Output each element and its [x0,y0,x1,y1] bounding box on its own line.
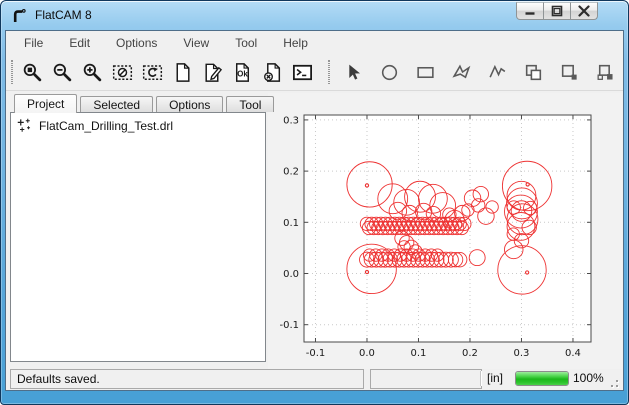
plot-canvas[interactable]: -0.1 0.0 0.1 0.2 0.3 0.4 -0.1 0.0 0.1 0.2 0.3 [268,93,622,369]
statusbar: Defaults saved. [in] 100% [6,368,623,389]
circle-tool-icon [379,62,400,83]
select-tool-icon [343,62,364,83]
y-tick-label: 0.1 [283,218,299,229]
path-tool-icon [487,62,508,83]
replot-button[interactable] [138,58,166,86]
svg-text:Ok: Ok [237,69,248,78]
open-project-icon [202,62,223,83]
zoom-out-button[interactable] [48,58,76,86]
x-tick-label: 0.2 [462,348,478,359]
zoom-in-button[interactable] [78,58,106,86]
zoom-out-icon [52,62,73,83]
progress-percent-label: 100% [573,371,604,385]
menu-item-edit[interactable]: Edit [56,33,103,53]
y-tick-label: 0.3 [283,115,299,126]
progress-bar [515,371,569,386]
toolbar: Ok [6,54,623,91]
status-message-panel: Defaults saved. [10,369,364,389]
tab-bar: ProjectSelectedOptionsTool [14,93,277,112]
new-project-icon [172,62,193,83]
delete-object-button[interactable] [258,58,286,86]
units-label: [in] [487,371,503,385]
maximize-icon [550,5,564,17]
toolbar-group-editor [339,58,627,86]
tab-project[interactable]: Project [14,94,77,113]
shell-icon [292,62,313,83]
x-tick-label: 0.4 [565,348,581,359]
x-tick-label: 0.3 [514,348,530,359]
rectangle-tool-icon [415,62,436,83]
x-tick-label: 0.0 [359,348,375,359]
close-icon [577,5,591,17]
toolbar-group-plot: Ok [18,58,318,86]
maximize-button[interactable] [543,2,571,20]
status-message: Defaults saved. [17,372,100,386]
tab-selected[interactable]: Selected [80,96,153,112]
circle-tool-button[interactable] [375,58,403,86]
open-project-button[interactable] [198,58,226,86]
polygon-tool-icon [451,62,472,83]
path-tool-button[interactable] [483,58,511,86]
copy-objects-icon [523,62,544,83]
y-tick-label: 0.0 [283,269,299,280]
y-tick-label: -0.1 [279,320,299,331]
x-tick-label: 0.1 [411,348,427,359]
app-icon [12,8,28,24]
window-title: FlatCAM 8 [35,8,92,22]
clear-plot-icon [112,62,133,83]
tab-options[interactable]: Options [156,96,223,112]
progress-bar-fill [516,372,568,385]
copy-objects-button[interactable] [519,58,547,86]
select-tool-button[interactable] [339,58,367,86]
move-objects-icon [559,62,580,83]
rectangle-tool-button[interactable] [411,58,439,86]
window-frame: FlatCAM 8 FileEditOptionsViewToolHelp Ok [0,0,629,405]
array-objects-icon [595,62,616,83]
menu-item-view[interactable]: View [170,33,222,53]
save-project-button[interactable]: Ok [228,58,256,86]
y-tick-label: 0.2 [283,167,299,178]
flatcam-window: FlatCAM 8 FileEditOptionsViewToolHelp Ok [0,0,629,405]
tab-tool[interactable]: Tool [226,96,274,112]
resize-grip[interactable] [606,375,618,387]
status-aux-panel [370,369,482,389]
axes-background [304,115,591,342]
close-button[interactable] [570,2,598,20]
save-project-icon: Ok [232,62,253,83]
menu-item-file[interactable]: File [11,33,56,53]
move-objects-button[interactable] [555,58,583,86]
zoom-fit-button[interactable] [18,58,46,86]
x-tick-label: -0.1 [306,348,326,359]
array-objects-button[interactable] [591,58,619,86]
menubar: FileEditOptionsViewToolHelp [6,31,623,54]
client-area: FileEditOptionsViewToolHelp Ok ProjectSe… [5,30,624,391]
titlebar[interactable]: FlatCAM 8 [1,1,628,30]
minimize-icon [523,5,537,17]
clear-plot-button[interactable] [108,58,136,86]
window-controls [517,2,598,20]
zoom-in-icon [82,62,103,83]
project-tree[interactable]: FlatCam_Drilling_Test.drl [10,112,266,362]
toolbar-handle[interactable] [11,60,13,84]
polygon-tool-button[interactable] [447,58,475,86]
tree-item-label: FlatCam_Drilling_Test.drl [39,119,173,133]
delete-object-icon [262,62,283,83]
plot-figure: -0.1 0.0 0.1 0.2 0.3 0.4 -0.1 0.0 0.1 0.2 0.3 [268,93,622,369]
menu-item-help[interactable]: Help [270,33,321,53]
menu-item-options[interactable]: Options [103,33,170,53]
replot-icon [142,62,163,83]
menu-item-tool[interactable]: Tool [222,33,270,53]
drill-points-icon [17,118,32,133]
statusbar-separator [480,371,482,386]
minimize-button[interactable] [516,2,544,20]
shell-button[interactable] [288,58,316,86]
toolbar-handle[interactable] [328,60,330,84]
new-project-button[interactable] [168,58,196,86]
tree-item[interactable]: FlatCam_Drilling_Test.drl [11,113,265,133]
zoom-fit-icon [22,62,43,83]
